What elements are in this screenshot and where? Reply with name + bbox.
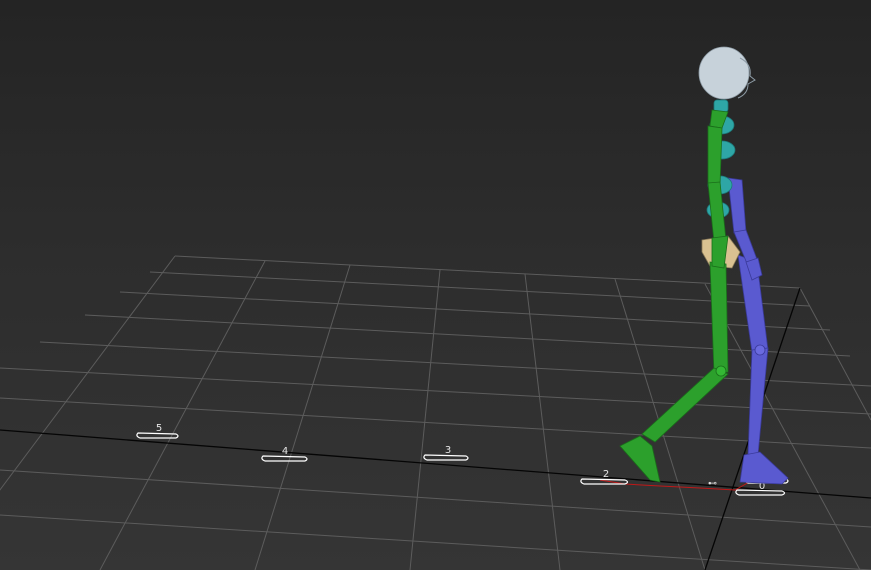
skull[interactable] [698, 46, 750, 100]
3d-viewport[interactable]: ⊷ 5 4 3 2 1 0 [0, 0, 871, 570]
left-thigh[interactable] [709, 261, 729, 375]
left-leg[interactable] [619, 261, 729, 483]
head[interactable] [698, 46, 756, 100]
left-calf[interactable] [641, 367, 729, 443]
ground-grid [0, 255, 871, 570]
right-calf[interactable] [747, 347, 769, 456]
left-knee[interactable] [715, 365, 727, 377]
grid-line [0, 367, 871, 415]
grid-line [704, 283, 861, 570]
footstep-label-5: 5 [156, 423, 162, 434]
trajectory-marker: ⊷ [708, 479, 717, 489]
footstep-label-2: 2 [603, 469, 609, 480]
footstep-label-3: 3 [445, 445, 451, 456]
grid-line [84, 314, 851, 357]
grid-line [524, 273, 561, 570]
grid-line [0, 514, 871, 570]
scene-canvas[interactable]: ⊷ 5 4 3 2 1 0 [0, 0, 871, 570]
left-upper-arm[interactable] [707, 125, 723, 186]
biped-character[interactable] [619, 46, 789, 485]
footstep-label-4: 4 [282, 446, 288, 457]
right-foot[interactable] [739, 451, 789, 485]
grid-line [99, 260, 266, 570]
grid-line [0, 255, 176, 491]
left-foot[interactable] [619, 435, 661, 483]
grid-line [39, 341, 871, 387]
right-knee[interactable] [754, 344, 766, 356]
grid-line [174, 255, 801, 289]
grid-line [409, 269, 441, 570]
